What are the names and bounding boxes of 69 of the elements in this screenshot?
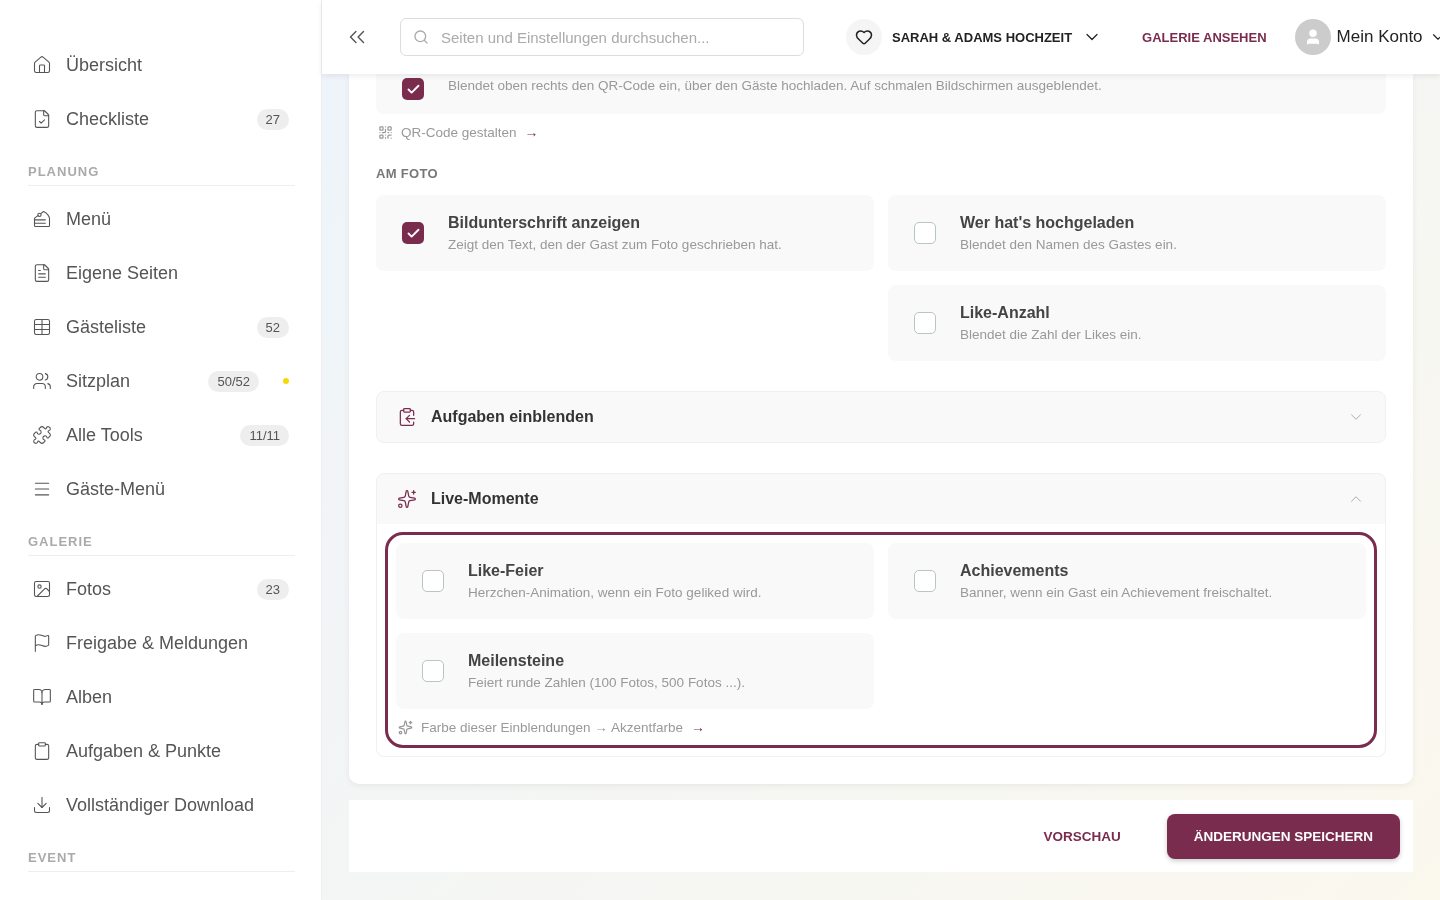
count-badge: 11/11 [240, 424, 289, 446]
option-description: Feiert runde Zahlen (100 Fotos, 500 Fotos ...). [468, 675, 745, 690]
sparkles-icon [398, 719, 413, 735]
sidebar-item[interactable]: Alle Tools 11/11 [28, 408, 295, 462]
heart-icon [855, 28, 873, 46]
checkbox[interactable] [914, 222, 936, 244]
checkbox[interactable] [914, 312, 936, 334]
section-heading: PLANUNG [28, 146, 295, 186]
accordion-header[interactable]: Live-Momente [377, 474, 1385, 524]
checkbox[interactable] [914, 570, 936, 592]
sparkles-icon [397, 489, 417, 509]
search-icon [413, 29, 429, 45]
people-icon [32, 371, 52, 391]
save-button[interactable]: ÄNDERUNGEN SPEICHERN [1166, 813, 1400, 859]
qr-code-icon [378, 124, 393, 140]
checkbox[interactable] [402, 222, 424, 244]
arrow-icon: → [524, 124, 539, 140]
checkbox[interactable] [422, 570, 444, 592]
event-selector[interactable]: SARAH & ADAMS HOCHZEIT [840, 18, 1109, 56]
account-menu[interactable]: Mein Konto [1288, 18, 1440, 56]
puzzle-icon [32, 425, 52, 445]
sidebar-item[interactable]: Checkliste 27 [28, 92, 295, 146]
download-icon [32, 795, 52, 815]
gallery-link[interactable]: GALERIE ANSEHEN [1142, 29, 1267, 45]
option-title: Achievements [960, 562, 1070, 580]
option-title: Bildunterschrift anzeigen [448, 214, 642, 232]
checkbox[interactable] [402, 78, 424, 100]
preview-button[interactable]: VORSCHAU [1037, 827, 1127, 845]
checkbox[interactable] [422, 660, 444, 682]
image-icon [32, 579, 52, 599]
count-badge: 50/52 [208, 370, 259, 392]
sidebar-item[interactable]: Alben [28, 670, 295, 724]
clipboard-icon [32, 741, 52, 761]
arrow-icon: → [690, 719, 705, 735]
section-heading: GALERIE [28, 516, 295, 556]
section-heading: AM FOTO [376, 166, 439, 181]
option-description: Blendet den Namen des Gastes ein. [960, 237, 1177, 252]
sidebar-item[interactable]: Gäste-Menü [28, 462, 295, 516]
document-check-icon [32, 109, 52, 129]
sidebar-item[interactable]: Freigabe & Meldungen [28, 616, 295, 670]
option-title: Like-Anzahl [960, 304, 1051, 322]
sidebar-item[interactable]: Menü [28, 192, 295, 246]
option-title: Wer hat's hochgeladen [960, 214, 1136, 232]
sidebar-item[interactable]: Eigene Seiten [28, 246, 295, 300]
option-title: Meilensteine [468, 652, 566, 670]
house-icon [32, 55, 52, 75]
option-title: Like-Feier [468, 562, 545, 580]
sidebar-item[interactable]: Sitzplan 50/52 [28, 354, 295, 408]
count-badge: 27 [256, 108, 289, 130]
book-icon [32, 687, 52, 707]
sidebar-item[interactable]: Aufgaben & Punkte [28, 724, 295, 778]
sidebar-item[interactable]: Übersicht [28, 38, 295, 92]
sidebar-item[interactable]: Gästeliste 52 [28, 300, 295, 354]
option-description: Banner, wenn ein Gast ein Achievement freischaltet. [960, 585, 1273, 600]
accordion-header[interactable]: Aufgaben einblenden [377, 392, 1385, 442]
option-description: Blendet oben rechts den QR-Code ein, über den Gäste hochladen. Auf schmalen Bildschirmen ausgeblendet. [448, 78, 1102, 93]
count-badge: 23 [256, 578, 289, 600]
document-icon [32, 263, 52, 283]
table-icon [32, 317, 52, 337]
option-description: Blendet die Zahl der Likes ein. [960, 327, 1142, 342]
cake-icon [32, 209, 52, 229]
option-description: Zeigt den Text, den der Gast zum Foto geschrieben hat. [448, 237, 782, 252]
section-heading: EVENT [28, 832, 295, 872]
sidebar-item[interactable]: Fotos 23 [28, 562, 295, 616]
count-badge: 52 [256, 316, 289, 338]
sidebar-item[interactable]: Vollständiger Download [28, 778, 295, 832]
search-field[interactable]: Seiten und Einstellungen durchsuchen... [400, 18, 804, 56]
option-description: Herzchen-Animation, wenn ein Foto geliked wird. [468, 585, 762, 600]
flag-icon [32, 633, 52, 653]
